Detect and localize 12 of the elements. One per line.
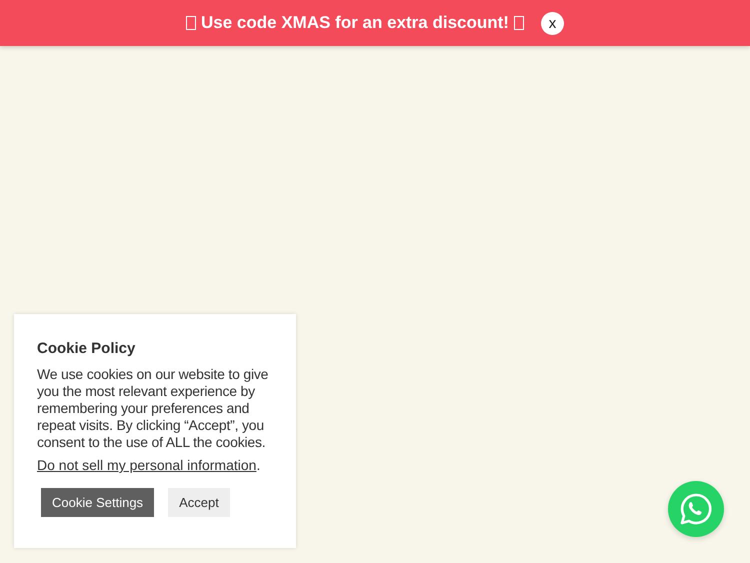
privacy-sentence: Do not sell my personal information. [37, 457, 262, 473]
cookie-title: Cookie Policy [37, 340, 136, 357]
privacy-link[interactable]: Do not sell my personal information [37, 457, 256, 473]
chat-bubble-icon [679, 492, 713, 526]
settings-button[interactable]: Cookie Settings [41, 488, 154, 517]
missing-glyph-icon [186, 16, 196, 30]
chat-button[interactable] [668, 481, 724, 537]
accept-button[interactable]: Accept [168, 488, 230, 517]
close-button[interactable]: x [540, 12, 564, 34]
missing-glyph-icon [514, 16, 524, 30]
promo-text: Use code XMAS for an extra discount! [201, 13, 509, 33]
cookie-text: We use cookies on our website to give you the most relevant experience by remembering your preferences and repeat visits. By clicking “Accept”, you consent to the use of ALL the cookies. [37, 366, 270, 451]
